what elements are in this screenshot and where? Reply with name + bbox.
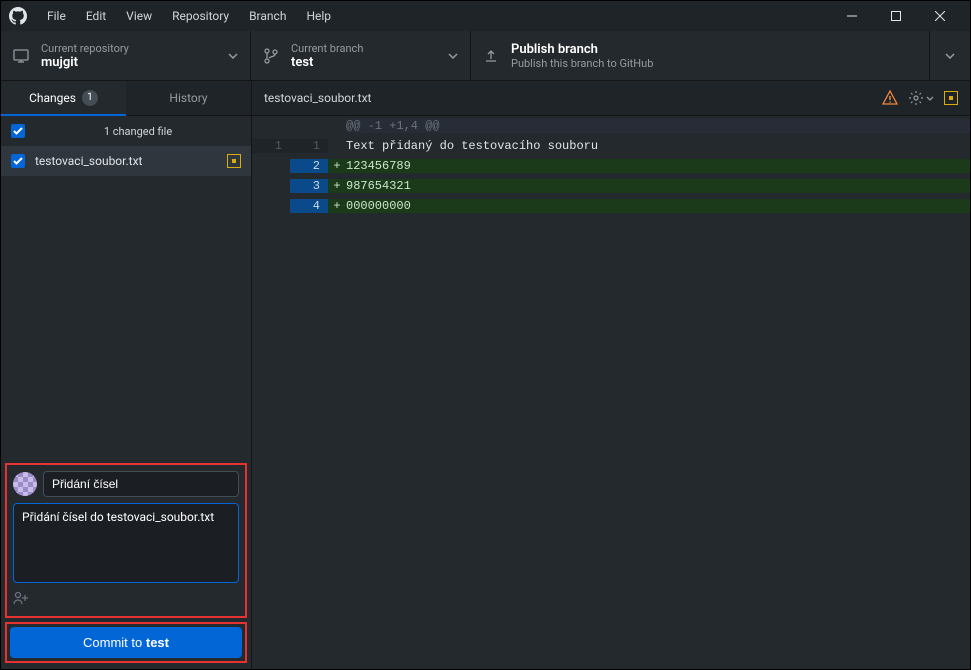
minimize-button[interactable] xyxy=(830,1,874,31)
repo-label: Current repository xyxy=(41,42,220,55)
diff-code: 987654321 xyxy=(346,179,970,193)
chevron-down-icon xyxy=(448,53,458,59)
file-name: testovaci_soubor.txt xyxy=(35,154,227,168)
main: Changes 1 History 1 changed file testova… xyxy=(1,81,970,669)
maximize-button[interactable] xyxy=(874,1,918,31)
diff-code: 000000000 xyxy=(346,199,970,213)
diff-hunk-header: @@ -1 +1,4 @@ xyxy=(252,116,970,136)
tab-changes[interactable]: Changes 1 xyxy=(1,81,126,116)
commit-button-highlight: Commit to test xyxy=(5,622,247,663)
warning-icon[interactable] xyxy=(882,90,898,106)
toolbar: Current repository mujgit Current branch… xyxy=(1,31,970,81)
diff-line[interactable]: 4 + 000000000 xyxy=(252,196,970,216)
publish-dropdown[interactable] xyxy=(930,31,970,80)
files-header: 1 changed file xyxy=(1,116,251,146)
diff-marker: + xyxy=(328,159,346,173)
publish-title: Publish branch xyxy=(511,42,917,57)
menu-bar: File Edit View Repository Branch Help xyxy=(39,5,339,27)
menu-view[interactable]: View xyxy=(118,5,160,27)
diff-marker: + xyxy=(328,199,346,213)
upload-icon xyxy=(483,48,499,64)
diff-line[interactable]: 2 + 123456789 xyxy=(252,156,970,176)
menu-edit[interactable]: Edit xyxy=(78,5,114,27)
menu-branch[interactable]: Branch xyxy=(241,5,294,27)
titlebar: File Edit View Repository Branch Help xyxy=(1,1,970,31)
diff-line[interactable]: 3 + 987654321 xyxy=(252,176,970,196)
sidebar: Changes 1 History 1 changed file testova… xyxy=(1,81,252,669)
menu-repository[interactable]: Repository xyxy=(164,5,237,27)
commit-summary-input[interactable] xyxy=(43,471,239,497)
sidebar-spacer xyxy=(1,176,251,459)
commit-button[interactable]: Commit to test xyxy=(10,627,242,658)
diff-code: Text přidaný do testovacího souboru xyxy=(346,139,970,153)
diff-body: @@ -1 +1,4 @@ 1 1 Text přidaný do testov… xyxy=(252,116,970,216)
old-line-number: 1 xyxy=(252,139,290,153)
commit-description-input[interactable]: Přidání čísel do testovaci_soubor.txt xyxy=(13,503,239,583)
git-branch-icon xyxy=(263,48,279,64)
file-row[interactable]: testovaci_soubor.txt xyxy=(1,146,251,176)
file-checkbox[interactable] xyxy=(11,154,25,168)
changes-count-badge: 1 xyxy=(82,90,98,106)
files-header-label: 1 changed file xyxy=(35,125,241,138)
repo-value: mujgit xyxy=(41,55,220,70)
publish-branch-button[interactable]: Publish branch Publish this branch to Gi… xyxy=(471,31,930,80)
new-line-number: 1 xyxy=(290,139,328,153)
window-controls xyxy=(830,1,962,31)
tab-changes-label: Changes xyxy=(29,91,76,105)
repo-selector[interactable]: Current repository mujgit xyxy=(1,31,251,80)
diff-settings-button[interactable] xyxy=(908,90,934,106)
diff-code: 123456789 xyxy=(346,159,970,173)
avatar xyxy=(13,472,37,496)
diff-filename: testovaci_soubor.txt xyxy=(264,91,882,105)
select-all-checkbox[interactable] xyxy=(11,124,25,138)
new-line-number: 4 xyxy=(290,199,328,213)
new-line-number: 2 xyxy=(290,159,328,173)
new-line-number: 3 xyxy=(290,179,328,193)
menu-file[interactable]: File xyxy=(39,5,74,27)
diff-marker: + xyxy=(328,179,346,193)
publish-sub: Publish this branch to GitHub xyxy=(511,57,917,70)
close-button[interactable] xyxy=(918,1,962,31)
monitor-icon xyxy=(13,48,29,64)
chevron-down-icon xyxy=(228,53,238,59)
commit-button-branch: test xyxy=(146,635,169,650)
diff-header: testovaci_soubor.txt xyxy=(252,81,970,116)
branch-value: test xyxy=(291,55,440,70)
modified-icon xyxy=(944,91,958,105)
diff-line[interactable]: 1 1 Text přidaný do testovacího souboru xyxy=(252,136,970,156)
modified-icon xyxy=(227,154,241,168)
branch-selector[interactable]: Current branch test xyxy=(251,31,471,80)
sidebar-tabs: Changes 1 History xyxy=(1,81,251,116)
github-logo-icon xyxy=(9,7,27,25)
commit-form: Přidání čísel do testovaci_soubor.txt xyxy=(5,463,247,618)
commit-button-prefix: Commit to xyxy=(83,635,146,650)
branch-label: Current branch xyxy=(291,42,440,55)
diff-pane: testovaci_soubor.txt @@ -1 +1,4 @@ 1 1 xyxy=(252,81,970,669)
add-coauthor-button[interactable] xyxy=(13,589,239,610)
tab-history[interactable]: History xyxy=(126,81,251,116)
menu-help[interactable]: Help xyxy=(298,5,339,27)
